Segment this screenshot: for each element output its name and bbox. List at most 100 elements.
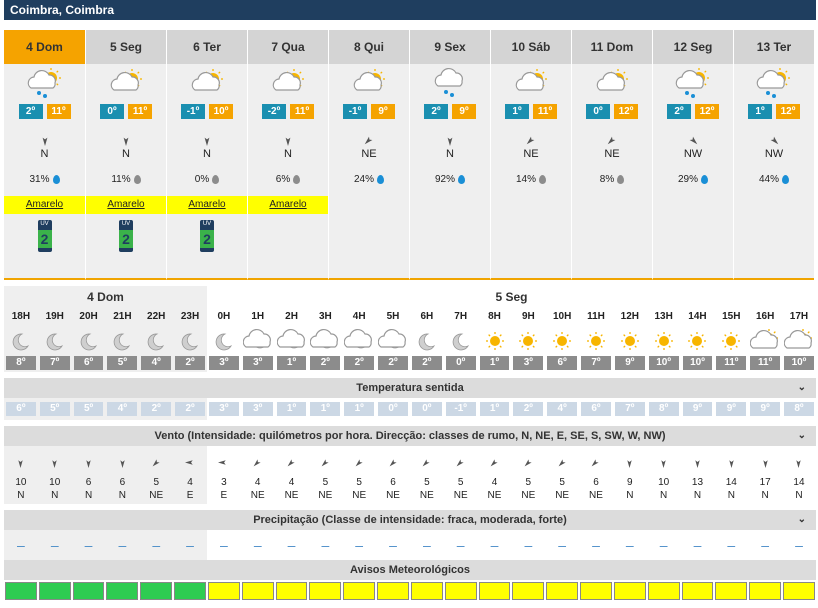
day-header[interactable]: 12 Seg — [653, 30, 733, 64]
precip-value: – — [456, 537, 465, 553]
wind-speed: 5 — [424, 477, 430, 488]
hour-cell — [545, 582, 579, 600]
day-header[interactable]: 7 Qua — [248, 30, 328, 64]
hour-cell: 4H — [342, 308, 376, 326]
chevron-down-icon[interactable]: ⌄ — [798, 510, 806, 530]
day-column[interactable]: 4 Dom 2º 11º N 31% Amarelo UV 2 — [4, 30, 85, 280]
wind-arrow-icon — [167, 120, 247, 148]
feels-temp: 3º — [242, 402, 273, 416]
hour-cell: 3º — [207, 356, 241, 372]
day-column[interactable]: 12 Seg 2º 12º NW 29% — [652, 30, 733, 280]
day-column[interactable]: 10 Sáb 1º 11º NE 14% — [490, 30, 571, 280]
section-title: Vento (Intensidade: quilómetros por hora… — [154, 430, 666, 442]
hour-cell: 3º — [241, 398, 275, 420]
hour-cell — [342, 326, 376, 356]
wind-direction: NW — [683, 148, 703, 160]
day-column[interactable]: 8 Qui -1º 9º NE 24% — [328, 30, 409, 280]
hour-cell: 3º — [241, 356, 275, 372]
moon-icon — [444, 326, 478, 356]
warning-link[interactable]: Amarelo — [167, 196, 247, 214]
day-header[interactable]: 6 Ter — [167, 30, 247, 64]
hour-label: 14H — [688, 311, 707, 322]
uv-value: 2 — [37, 230, 52, 248]
hour-cell: 5 NE — [308, 446, 342, 504]
warning-cell — [241, 582, 274, 600]
hour-cell: 6º — [579, 398, 613, 420]
hour-label: 22H — [147, 311, 166, 322]
day-header[interactable]: 9 Sex — [410, 30, 490, 64]
precip-value: – — [727, 537, 736, 553]
wind-arrow-icon — [647, 446, 681, 468]
section-title: Avisos Meteorológicos — [349, 564, 470, 576]
hour-cell: 2º — [173, 398, 207, 420]
temp-range: -2º 11º — [248, 104, 328, 120]
rain-percent: 14% — [515, 174, 536, 185]
precip-value: – — [118, 537, 127, 553]
max-temp: 11º — [46, 104, 71, 119]
hour-cell: 14H — [681, 308, 715, 326]
day-column[interactable]: 11 Dom 0º 12º NE 8% — [571, 30, 652, 280]
hour-cell: 5 NE — [545, 446, 579, 504]
day-column[interactable]: 6 Ter -1º 10º N 0% Amarelo UV 2 — [166, 30, 247, 280]
wind-section[interactable]: Vento (Intensidade: quilómetros por hora… — [4, 426, 816, 446]
wind-direction: N — [203, 148, 211, 160]
day-header[interactable]: 10 Sáb — [491, 30, 571, 64]
hour-cell: – — [71, 530, 106, 560]
chevron-down-icon[interactable]: ⌄ — [798, 426, 806, 446]
hour-label: 8H — [488, 311, 501, 322]
day-column[interactable]: 9 Sex 2º 9º N 92% — [409, 30, 490, 280]
day-column[interactable]: 13 Ter 1º 12º NW 44% — [733, 30, 814, 280]
hour-cell — [748, 582, 782, 600]
hour-cell: 10 N — [37, 446, 72, 504]
warning-link[interactable]: Amarelo — [86, 196, 166, 214]
hour-label: 4H — [352, 311, 366, 322]
chevron-down-icon[interactable]: ⌄ — [798, 378, 806, 398]
day-header[interactable]: 13 Ter — [734, 30, 814, 64]
warning-cell — [613, 582, 646, 600]
day-header[interactable]: 4 Dom — [4, 30, 85, 64]
day-header[interactable]: 5 Seg — [86, 30, 166, 64]
hour-cell: 1º — [308, 398, 342, 420]
hour-cell: 6º — [71, 356, 106, 372]
feels-like-section[interactable]: Temperatura sentida ⌄ — [4, 378, 816, 398]
hour-cell: 8º — [4, 356, 38, 372]
warning-cell — [309, 582, 342, 600]
feels-temp: 1º — [344, 402, 375, 416]
wind-direction: N — [84, 490, 93, 501]
hour-cell: – — [478, 530, 512, 560]
hour-cell: 5º — [105, 356, 140, 372]
feels-temp: 0º — [411, 402, 442, 416]
wind-arrow-icon — [207, 446, 241, 468]
temp-range: 0º 12º — [572, 104, 652, 120]
feels-temp: 5º — [39, 402, 70, 416]
min-temp: 2º — [18, 104, 43, 119]
hour-cell: 22H — [139, 308, 174, 326]
warning-cell — [377, 582, 409, 600]
hour-cell: – — [579, 530, 613, 560]
rain-probability: 8% — [572, 174, 652, 188]
wind-speed: 6 — [390, 477, 396, 488]
feels-temp: 7º — [614, 402, 645, 416]
wind-direction: NE — [487, 490, 502, 501]
day-column[interactable]: 7 Qua -2º 11º N 6% Amarelo — [247, 30, 328, 280]
hourly-day-label: 4 Dom — [4, 286, 207, 308]
hour-cell: 8º — [647, 398, 681, 420]
hour-temp: 8º — [6, 356, 36, 370]
wind-arrow-icon — [275, 446, 309, 468]
moon-icon — [173, 326, 207, 356]
day-column[interactable]: 5 Seg 0º 11º N 11% Amarelo UV 2 — [85, 30, 166, 280]
day-header[interactable]: 8 Qui — [329, 30, 409, 64]
day-header[interactable]: 11 Dom — [572, 30, 652, 64]
hour-temp: 3º — [242, 356, 273, 370]
hour-cell — [647, 582, 681, 600]
wind-arrow-icon — [86, 120, 166, 148]
wind-arrow-icon — [734, 120, 814, 148]
warning-link[interactable]: Amarelo — [4, 196, 85, 214]
moon-icon — [38, 326, 72, 356]
warning-link[interactable]: Amarelo — [248, 196, 328, 214]
precip-value: – — [659, 537, 668, 553]
precip-section[interactable]: Precipitação (Classe de intensidade: fra… — [4, 510, 816, 530]
hour-label: 10H — [552, 311, 572, 322]
sun-cloud-icon — [782, 326, 816, 356]
warning-cell — [681, 582, 714, 600]
